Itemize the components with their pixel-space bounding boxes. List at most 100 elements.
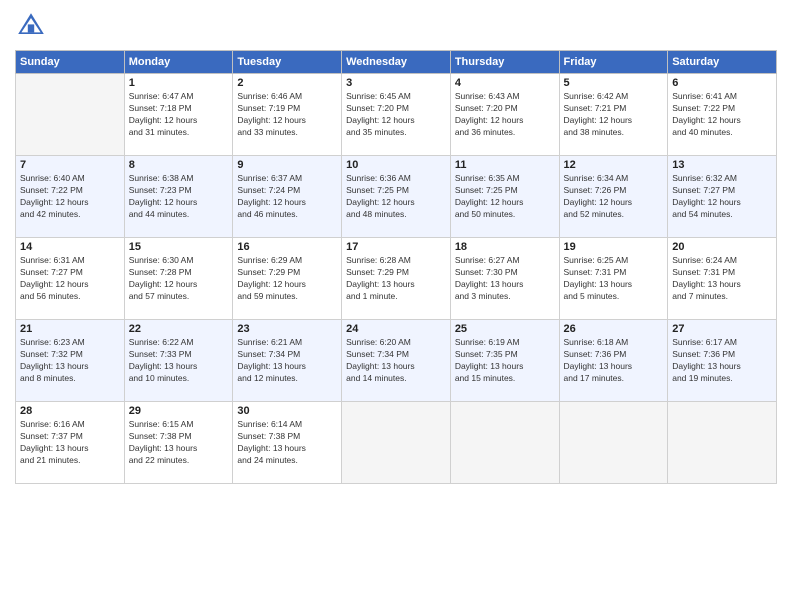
week-row-4: 21 Sunrise: 6:23 AM Sunset: 7:32 PM Dayli… — [16, 320, 777, 402]
day-info: Sunrise: 6:31 AM Sunset: 7:27 PM Dayligh… — [20, 255, 120, 303]
calendar-cell: 20Sunrise: 6:24 AM Sunset: 7:31 PM Dayli… — [668, 238, 777, 320]
day-info: Sunrise: 6:38 AM Sunset: 7:23 PM Dayligh… — [129, 173, 229, 221]
calendar-cell — [450, 402, 559, 484]
day-info: Sunrise: 6:32 AM Sunset: 7:27 PM Dayligh… — [672, 173, 772, 221]
day-info: Sunrise: 6:34 AM Sunset: 7:26 PM Dayligh… — [564, 173, 664, 221]
day-number: 14 — [20, 241, 120, 253]
calendar-cell: 26 Sunrise: 6:18 AM Sunset: 7:36 PM Dayli… — [559, 320, 668, 402]
calendar-cell: 29 Sunrise: 6:15 AM Sunset: 7:38 PM Dayli… — [124, 402, 233, 484]
day-number: 16 — [237, 241, 337, 253]
calendar-cell: 1 Sunrise: 6:47 AM Sunset: 7:18 PM Daylig… — [124, 74, 233, 156]
day-number: 2 — [237, 77, 337, 89]
day-number: 12 — [564, 159, 664, 171]
col-header-thursday: Thursday — [450, 51, 559, 74]
col-header-sunday: Sunday — [16, 51, 125, 74]
day-info: Sunrise: 6:20 AM Sunset: 7:34 PM Dayligh… — [346, 337, 446, 385]
day-info: Sunrise: 6:45 AM Sunset: 7:20 PM Dayligh… — [346, 91, 446, 139]
week-row-1: 1 Sunrise: 6:47 AM Sunset: 7:18 PM Daylig… — [16, 74, 777, 156]
calendar-cell: 21 Sunrise: 6:23 AM Sunset: 7:32 PM Dayli… — [16, 320, 125, 402]
calendar-cell: 15 Sunrise: 6:30 AM Sunset: 7:28 PM Dayli… — [124, 238, 233, 320]
day-info: Sunrise: 6:46 AM Sunset: 7:19 PM Dayligh… — [237, 91, 337, 139]
calendar-cell: 2 Sunrise: 6:46 AM Sunset: 7:19 PM Daylig… — [233, 74, 342, 156]
calendar-cell: 17 Sunrise: 6:28 AM Sunset: 7:29 PM Dayli… — [342, 238, 451, 320]
day-info: Sunrise: 6:15 AM Sunset: 7:38 PM Dayligh… — [129, 419, 229, 467]
week-row-3: 14 Sunrise: 6:31 AM Sunset: 7:27 PM Dayli… — [16, 238, 777, 320]
day-info: Sunrise: 6:19 AM Sunset: 7:35 PM Dayligh… — [455, 337, 555, 385]
col-header-wednesday: Wednesday — [342, 51, 451, 74]
day-info: Sunrise: 6:36 AM Sunset: 7:25 PM Dayligh… — [346, 173, 446, 221]
day-info: Sunrise: 6:29 AM Sunset: 7:29 PM Dayligh… — [237, 255, 337, 303]
day-info: Sunrise: 6:37 AM Sunset: 7:24 PM Dayligh… — [237, 173, 337, 221]
week-row-2: 7 Sunrise: 6:40 AM Sunset: 7:22 PM Daylig… — [16, 156, 777, 238]
day-number: 29 — [129, 405, 229, 417]
col-header-tuesday: Tuesday — [233, 51, 342, 74]
day-number: 13 — [672, 159, 772, 171]
day-info: Sunrise: 6:28 AM Sunset: 7:29 PM Dayligh… — [346, 255, 446, 303]
day-info: Sunrise: 6:21 AM Sunset: 7:34 PM Dayligh… — [237, 337, 337, 385]
calendar-cell: 4Sunrise: 6:43 AM Sunset: 7:20 PM Daylig… — [450, 74, 559, 156]
calendar-cell: 3 Sunrise: 6:45 AM Sunset: 7:20 PM Daylig… — [342, 74, 451, 156]
day-number: 10 — [346, 159, 446, 171]
day-info: Sunrise: 6:25 AM Sunset: 7:31 PM Dayligh… — [564, 255, 664, 303]
calendar-cell: 7 Sunrise: 6:40 AM Sunset: 7:22 PM Daylig… — [16, 156, 125, 238]
calendar-cell — [342, 402, 451, 484]
day-number: 30 — [237, 405, 337, 417]
day-info: Sunrise: 6:16 AM Sunset: 7:37 PM Dayligh… — [20, 419, 120, 467]
day-number: 21 — [20, 323, 120, 335]
col-header-monday: Monday — [124, 51, 233, 74]
day-number: 3 — [346, 77, 446, 89]
day-info: Sunrise: 6:40 AM Sunset: 7:22 PM Dayligh… — [20, 173, 120, 221]
page-header — [15, 10, 777, 42]
day-number: 6 — [672, 77, 772, 89]
day-number: 22 — [129, 323, 229, 335]
logo — [15, 10, 51, 42]
logo-icon — [15, 10, 47, 42]
calendar-cell: 14 Sunrise: 6:31 AM Sunset: 7:27 PM Dayli… — [16, 238, 125, 320]
day-number: 27 — [672, 323, 772, 335]
calendar-cell: 30 Sunrise: 6:14 AM Sunset: 7:38 PM Dayli… — [233, 402, 342, 484]
calendar-cell: 16 Sunrise: 6:29 AM Sunset: 7:29 PM Dayli… — [233, 238, 342, 320]
day-number: 1 — [129, 77, 229, 89]
day-info: Sunrise: 6:43 AM Sunset: 7:20 PM Dayligh… — [455, 91, 555, 139]
day-number: 15 — [129, 241, 229, 253]
calendar-cell: 22 Sunrise: 6:22 AM Sunset: 7:33 PM Dayli… — [124, 320, 233, 402]
day-number: 28 — [20, 405, 120, 417]
day-info: Sunrise: 6:30 AM Sunset: 7:28 PM Dayligh… — [129, 255, 229, 303]
day-number: 9 — [237, 159, 337, 171]
day-number: 18 — [455, 241, 555, 253]
calendar-cell: 8Sunrise: 6:38 AM Sunset: 7:23 PM Daylig… — [124, 156, 233, 238]
day-number: 5 — [564, 77, 664, 89]
calendar-cell: 6 Sunrise: 6:41 AM Sunset: 7:22 PM Daylig… — [668, 74, 777, 156]
day-info: Sunrise: 6:18 AM Sunset: 7:36 PM Dayligh… — [564, 337, 664, 385]
day-number: 23 — [237, 323, 337, 335]
day-number: 17 — [346, 241, 446, 253]
day-info: Sunrise: 6:42 AM Sunset: 7:21 PM Dayligh… — [564, 91, 664, 139]
day-info: Sunrise: 6:24 AM Sunset: 7:31 PM Dayligh… — [672, 255, 772, 303]
day-info: Sunrise: 6:17 AM Sunset: 7:36 PM Dayligh… — [672, 337, 772, 385]
week-row-5: 28 Sunrise: 6:16 AM Sunset: 7:37 PM Dayli… — [16, 402, 777, 484]
day-number: 7 — [20, 159, 120, 171]
calendar-cell — [16, 74, 125, 156]
calendar-cell: 11Sunrise: 6:35 AM Sunset: 7:25 PM Dayli… — [450, 156, 559, 238]
calendar-cell: 12 Sunrise: 6:34 AM Sunset: 7:26 PM Dayli… — [559, 156, 668, 238]
day-info: Sunrise: 6:22 AM Sunset: 7:33 PM Dayligh… — [129, 337, 229, 385]
calendar-table: SundayMondayTuesdayWednesdayThursdayFrid… — [15, 50, 777, 484]
day-info: Sunrise: 6:14 AM Sunset: 7:38 PM Dayligh… — [237, 419, 337, 467]
calendar-cell: 24 Sunrise: 6:20 AM Sunset: 7:34 PM Dayli… — [342, 320, 451, 402]
col-header-friday: Friday — [559, 51, 668, 74]
day-info: Sunrise: 6:41 AM Sunset: 7:22 PM Dayligh… — [672, 91, 772, 139]
calendar-cell: 18 Sunrise: 6:27 AM Sunset: 7:30 PM Dayli… — [450, 238, 559, 320]
calendar-cell: 23 Sunrise: 6:21 AM Sunset: 7:34 PM Dayli… — [233, 320, 342, 402]
page-container: SundayMondayTuesdayWednesdayThursdayFrid… — [0, 0, 792, 494]
calendar-cell: 10 Sunrise: 6:36 AM Sunset: 7:25 PM Dayli… — [342, 156, 451, 238]
day-info: Sunrise: 6:23 AM Sunset: 7:32 PM Dayligh… — [20, 337, 120, 385]
day-number: 26 — [564, 323, 664, 335]
day-number: 19 — [564, 241, 664, 253]
calendar-cell: 27 Sunrise: 6:17 AM Sunset: 7:36 PM Dayli… — [668, 320, 777, 402]
calendar-cell: 5 Sunrise: 6:42 AM Sunset: 7:21 PM Daylig… — [559, 74, 668, 156]
day-info: Sunrise: 6:47 AM Sunset: 7:18 PM Dayligh… — [129, 91, 229, 139]
day-info: Sunrise: 6:27 AM Sunset: 7:30 PM Dayligh… — [455, 255, 555, 303]
day-number: 24 — [346, 323, 446, 335]
day-info: Sunrise: 6:35 AM Sunset: 7:25 PM Dayligh… — [455, 173, 555, 221]
day-number: 25 — [455, 323, 555, 335]
